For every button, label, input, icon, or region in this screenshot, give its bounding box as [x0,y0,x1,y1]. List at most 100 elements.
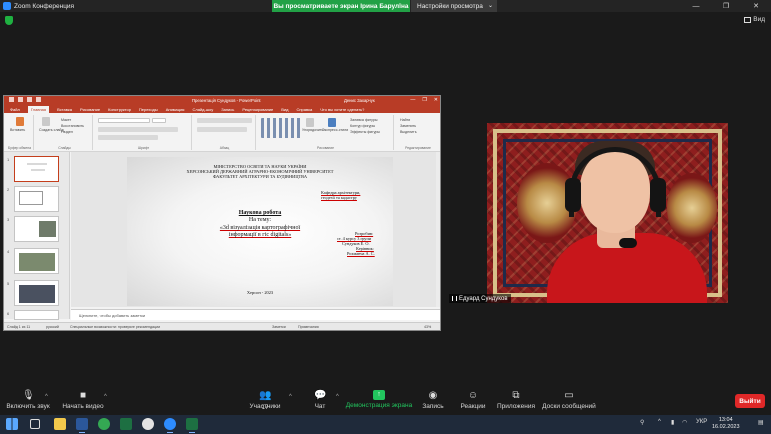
view-button[interactable]: Вид [744,16,765,23]
shapes-gallery[interactable] [261,118,301,138]
excel-icon[interactable] [120,418,132,430]
select-button[interactable]: Выделить [400,130,417,134]
align-buttons[interactable] [197,127,247,132]
start-video-button[interactable]: ■ Начать видео ^ [52,390,114,410]
ppt-maximize-button[interactable]: ❐ [422,97,426,103]
comments-toggle[interactable]: Примечания [298,325,319,329]
thumb-text [31,169,45,171]
slide-thumbnail[interactable]: 1 [7,156,59,182]
shape-fill-button[interactable]: Заливка фигуры [350,118,377,122]
thumb-number: 3 [7,217,10,222]
unmute-label: Включить звук [6,403,50,410]
tab-review[interactable]: Рецензирование [242,107,273,112]
tray-chevron-icon[interactable]: ^ [658,419,661,425]
save-icon[interactable] [9,97,14,102]
undo-icon[interactable] [18,97,23,102]
ppt-minimize-button[interactable]: — [410,97,415,103]
tab-insert[interactable]: Вставка [57,107,72,112]
paragraph-group: Абзац [194,115,256,150]
slide-thumbnail[interactable]: 4 [7,248,59,274]
chevron-up-icon[interactable]: ^ [104,394,107,400]
wifi-icon[interactable]: ◠ [682,419,687,426]
font-group: Шрифт [96,115,192,150]
tab-help[interactable]: Справка [296,107,312,112]
font-color-buttons[interactable] [98,135,158,140]
slide-thumbnail[interactable]: 5 [7,280,59,306]
zoom-taskbar-icon[interactable] [164,418,176,433]
tell-me-search[interactable]: Что вы хотите сделать? [320,107,364,112]
people-icon[interactable]: ⚲ [640,419,644,426]
replace-button[interactable]: Заменить [400,124,416,128]
participants-icon: 👥17 [259,390,272,411]
new-slide-icon[interactable] [42,117,50,126]
clock[interactable]: 13:04 16.02.2023 [712,417,740,431]
redo-icon[interactable] [27,97,32,102]
tab-home[interactable]: Главная [27,105,50,113]
start-slideshow-icon[interactable] [36,97,41,102]
participant-video[interactable] [487,123,728,303]
window-title: Zoom Конференция [14,2,75,10]
tab-draw[interactable]: Рисование [80,107,100,112]
slide-thumbnail[interactable]: 6 [7,310,59,320]
view-options-button[interactable]: Настройки просмотра ⌄ [411,0,497,12]
tab-animations[interactable]: Анимация [166,107,185,112]
participants-button[interactable]: 👥17 Участники ^ [235,390,295,411]
tab-design[interactable]: Конструктор [108,107,131,112]
maximize-button[interactable]: ❐ [711,0,741,12]
quick-styles-icon[interactable] [328,118,336,127]
notes-toggle[interactable]: Заметки [272,325,286,329]
shape-outline-button[interactable]: Контур фигуры [350,124,375,128]
unmute-button[interactable]: 🎙 Включить звук ^ [0,390,59,410]
file-explorer-icon[interactable] [54,418,66,430]
font-size-dropdown[interactable] [152,118,166,123]
list-buttons[interactable] [197,118,252,123]
chat-label: Чат [314,403,326,410]
chat-button[interactable]: 💬 Чат ^ [290,390,350,410]
arrange-icon[interactable] [306,118,314,127]
find-button[interactable]: Найти [400,118,410,122]
editor-scrollbar[interactable] [436,152,440,307]
ppt-document-title: Презентація Сундуков - PowerPoint [192,98,261,103]
excel-window-icon[interactable] [186,418,198,433]
chevron-up-icon[interactable]: ^ [45,394,48,400]
windows-taskbar: ⚲ ^ ▮ ◠ УКР 13:04 16.02.2023 ▤ [0,415,771,434]
chrome-icon[interactable] [98,418,110,430]
thumb-number: 5 [7,281,10,286]
whiteboards-button[interactable]: ▭ Доски сообщений [534,390,604,410]
close-button[interactable]: ✕ [741,0,771,12]
chevron-down-icon: ⌄ [487,3,493,9]
slide-thumbnail[interactable]: 3 [7,216,59,242]
slide-thumbnail[interactable]: 2 [7,186,59,212]
font-format-buttons[interactable] [98,127,178,132]
ppt-close-button[interactable]: ✕ [434,97,438,103]
zoom-level[interactable]: 43% [424,325,431,329]
language-status[interactable]: русский [46,325,59,329]
tab-slideshow[interactable]: Слайд-шоу [192,107,213,112]
accessibility-status[interactable]: Специальные возможности: проверьте реком… [70,325,160,329]
current-slide[interactable]: МІНІСТЕРСТВО ОСВІТИ ТА НАУКИ УКРАЇНИ ХЕР… [127,157,393,306]
security-shield-icon[interactable] [5,16,13,25]
notifications-icon[interactable]: ▤ [758,419,764,426]
paste-icon[interactable] [16,117,24,126]
chevron-up-icon[interactable]: ^ [336,394,339,400]
task-view-icon[interactable] [30,419,40,429]
windows-start-icon[interactable] [6,418,18,430]
word-icon[interactable] [76,418,88,433]
language-indicator[interactable]: УКР [696,419,707,425]
tab-transitions[interactable]: Переходы [139,107,158,112]
tab-file[interactable]: Файл [10,107,20,112]
section-button[interactable]: Раздел [61,130,73,134]
minimize-button[interactable]: — [681,0,711,12]
tab-view[interactable]: Вид [281,107,288,112]
battery-icon[interactable]: ▮ [671,419,674,426]
tab-record[interactable]: Запись [221,107,234,112]
font-name-dropdown[interactable] [98,118,150,123]
notes-pane[interactable]: Щелкните, чтобы добавить заметки [71,309,440,320]
layout-button[interactable]: Макет [61,118,71,122]
reset-button[interactable]: Восстановить [61,124,84,128]
app-icon[interactable] [142,418,154,430]
view-options-label: Настройки просмотра [417,2,483,10]
leave-button[interactable]: Выйти [735,394,765,408]
thumb-text [27,163,47,165]
shape-effects-button[interactable]: Эффекты фигуры [350,130,380,134]
